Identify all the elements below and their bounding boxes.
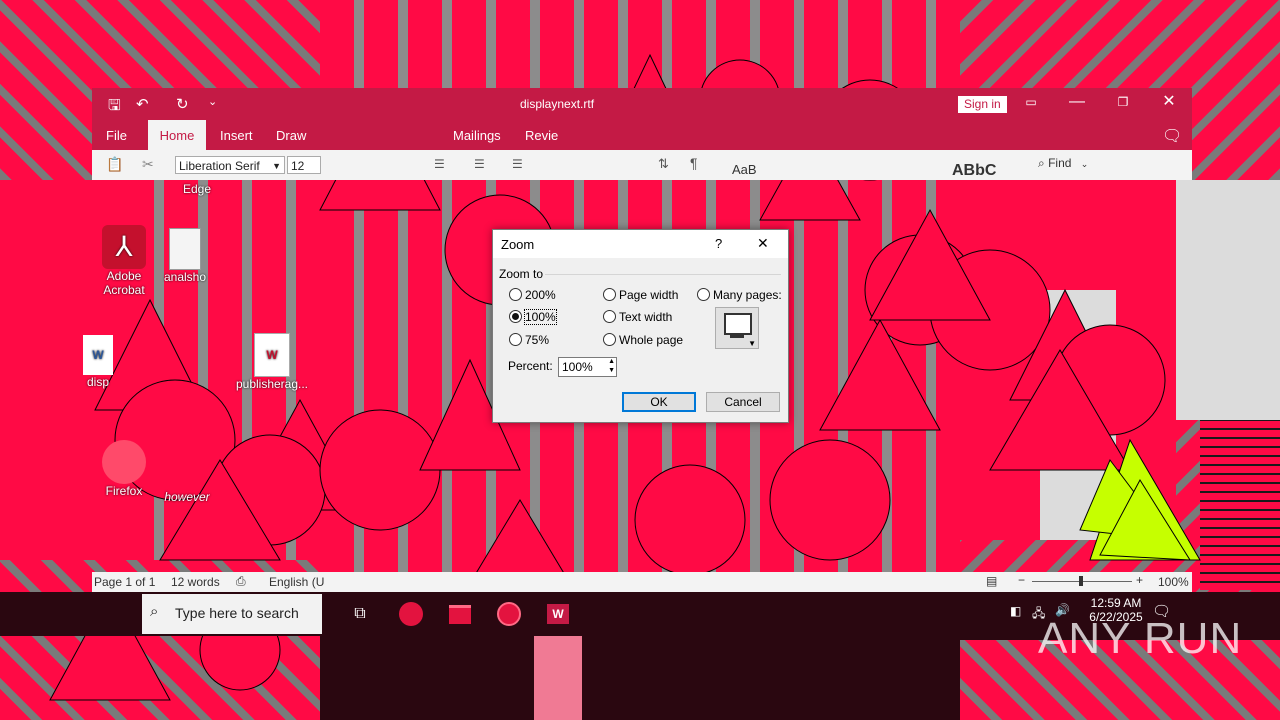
style-preview-heading[interactable]: ABbC [952, 162, 996, 180]
bullets-icon[interactable]: ☰ [434, 157, 445, 171]
radio-100-label[interactable]: 100% [524, 309, 557, 325]
search-icon: ⌕ [150, 603, 159, 620]
document-title: displaynext.rtf [520, 97, 595, 111]
spin-up-icon[interactable]: ▲ [608, 358, 615, 366]
zoom-slider[interactable] [1032, 576, 1132, 586]
task-view-icon[interactable]: ⧉ [340, 596, 380, 632]
search-icon: ⌕ [1038, 156, 1045, 170]
comments-icon[interactable]: 🗨 [1162, 126, 1182, 146]
sign-in-button[interactable]: Sign in [958, 96, 1007, 113]
zoom-in-button[interactable]: + [1136, 573, 1143, 587]
zoom-out-button[interactable]: − [1018, 573, 1025, 587]
taskbar-search[interactable]: ⌕ Type here to search [142, 594, 322, 634]
font-name-box[interactable]: Liberation Serif ▼ [175, 156, 285, 174]
numbering-icon[interactable]: ☰ [474, 157, 485, 171]
dialog-title: Zoom [501, 237, 535, 252]
minimize-button[interactable]: — [1054, 88, 1100, 118]
focus-mode-icon[interactable]: ▤ [986, 574, 997, 588]
tab-file[interactable]: File [106, 120, 127, 150]
proofing-icon[interactable]: ⎙ [236, 574, 246, 589]
desktop-icon-analsho[interactable]: analsho [148, 228, 222, 284]
radio-page-width[interactable] [603, 288, 616, 301]
edge-taskbar-icon[interactable] [391, 596, 431, 632]
many-pages-picker[interactable]: ▼ [715, 307, 759, 349]
radio-whole-page-label[interactable]: Whole page [619, 333, 683, 347]
word-count[interactable]: 12 words [171, 575, 220, 589]
radio-200[interactable] [509, 288, 522, 301]
zoom-dialog: Zoom ? ✕ Zoom to 200% 100% 75% Page widt… [492, 229, 789, 423]
radio-page-width-label[interactable]: Page width [619, 288, 678, 302]
radio-200-label[interactable]: 200% [525, 288, 556, 302]
cancel-button[interactable]: Cancel [706, 392, 780, 412]
tab-mailings[interactable]: Mailings [453, 120, 501, 150]
tab-review[interactable]: Revie [525, 120, 558, 150]
chevron-down-icon: ⌄ [1080, 159, 1089, 169]
multilevel-list-icon[interactable]: ☰ [512, 157, 523, 171]
customize-qat-icon[interactable]: ⌄ [208, 95, 217, 108]
radio-many-pages[interactable] [697, 288, 710, 301]
undo-icon[interactable]: ↶ [136, 95, 149, 113]
section-divider [545, 274, 781, 275]
monitor-icon [724, 313, 752, 335]
help-button[interactable]: ? [715, 236, 722, 251]
redo-icon[interactable]: ↻ [176, 95, 189, 113]
language-indicator[interactable]: English (U [269, 575, 324, 589]
style-preview-normal[interactable]: AaB [732, 162, 757, 177]
radio-text-width[interactable] [603, 310, 616, 323]
radio-75-label[interactable]: 75% [525, 333, 549, 347]
word-taskbar-icon[interactable]: W [538, 596, 578, 632]
zoom-to-section-label: Zoom to [499, 267, 544, 281]
save-icon[interactable]: 🖫 [108, 95, 121, 120]
tab-draw[interactable]: Draw [276, 120, 306, 150]
radio-many-pages-label[interactable]: Many pages: [713, 288, 782, 302]
firefox-taskbar-icon[interactable] [489, 596, 529, 632]
anyrun-watermark: ANY RUN [1038, 614, 1243, 663]
desktop-icon-edge[interactable]: Edge [160, 182, 234, 196]
tab-home[interactable]: Home [148, 120, 206, 150]
pilcrow-icon[interactable]: ¶ [690, 155, 698, 171]
status-bar: Page 1 of 1 12 words ⎙ English (U ▤ − + … [92, 572, 1192, 592]
clock-time: 12:59 AM [1090, 596, 1142, 610]
chevron-down-icon: ▼ [272, 161, 281, 171]
ribbon-tabs: File Home Insert Draw Mailings Revie 🗨 [92, 120, 1192, 150]
word-file-icon: W [254, 333, 290, 377]
radio-100[interactable] [509, 310, 522, 323]
font-size-box[interactable]: 12 [287, 156, 321, 174]
cut-icon[interactable]: ✂ [142, 156, 154, 173]
zoom-level[interactable]: 100% [1158, 575, 1189, 589]
close-dialog-button[interactable]: ✕ [757, 235, 769, 252]
ribbon-home: 📋 ✂ Liberation Serif ▼ 12 ☰ ☰ ☰ ⇅ ¶ AaB … [92, 150, 1192, 180]
desktop-icon-publisherag[interactable]: W publisherag... [235, 333, 309, 391]
meet-now-icon[interactable]: ◧ [1010, 604, 1021, 618]
acrobat-icon: ⅄ [102, 225, 146, 269]
desktop-icon-however[interactable]: however [150, 490, 224, 504]
search-placeholder: Type here to search [175, 605, 299, 621]
spin-down-icon[interactable]: ▼ [608, 367, 615, 375]
word-file-icon: W [83, 335, 113, 375]
percent-value[interactable]: 100% [562, 360, 593, 374]
percent-label: Percent: [508, 359, 553, 373]
zoom-slider-thumb[interactable] [1079, 576, 1083, 586]
find-button[interactable]: ⌕ Find ⌄ [1038, 156, 1088, 171]
radio-75[interactable] [509, 333, 522, 346]
tab-insert[interactable]: Insert [220, 120, 253, 150]
paste-icon[interactable]: 📋 [106, 156, 123, 173]
chevron-down-icon: ▼ [748, 339, 756, 348]
ok-button[interactable]: OK [622, 392, 696, 412]
dialog-title-bar: Zoom ? ✕ [493, 230, 788, 258]
close-window-button[interactable]: ✕ [1146, 88, 1192, 118]
radio-text-width-label[interactable]: Text width [619, 310, 672, 324]
desktop-icon-disp[interactable]: W disp [78, 335, 118, 389]
image-file-icon [169, 228, 201, 270]
ribbon-display-icon[interactable]: ▭ [1008, 88, 1054, 118]
file-explorer-icon[interactable] [440, 596, 480, 632]
firefox-icon [102, 440, 146, 484]
radio-whole-page[interactable] [603, 333, 616, 346]
page-count[interactable]: Page 1 of 1 [94, 575, 155, 589]
maximize-button[interactable]: ❐ [1100, 88, 1146, 118]
sort-icon[interactable]: ⇅ [658, 156, 669, 172]
percent-spinner[interactable]: 100% ▲ ▼ [558, 357, 617, 377]
